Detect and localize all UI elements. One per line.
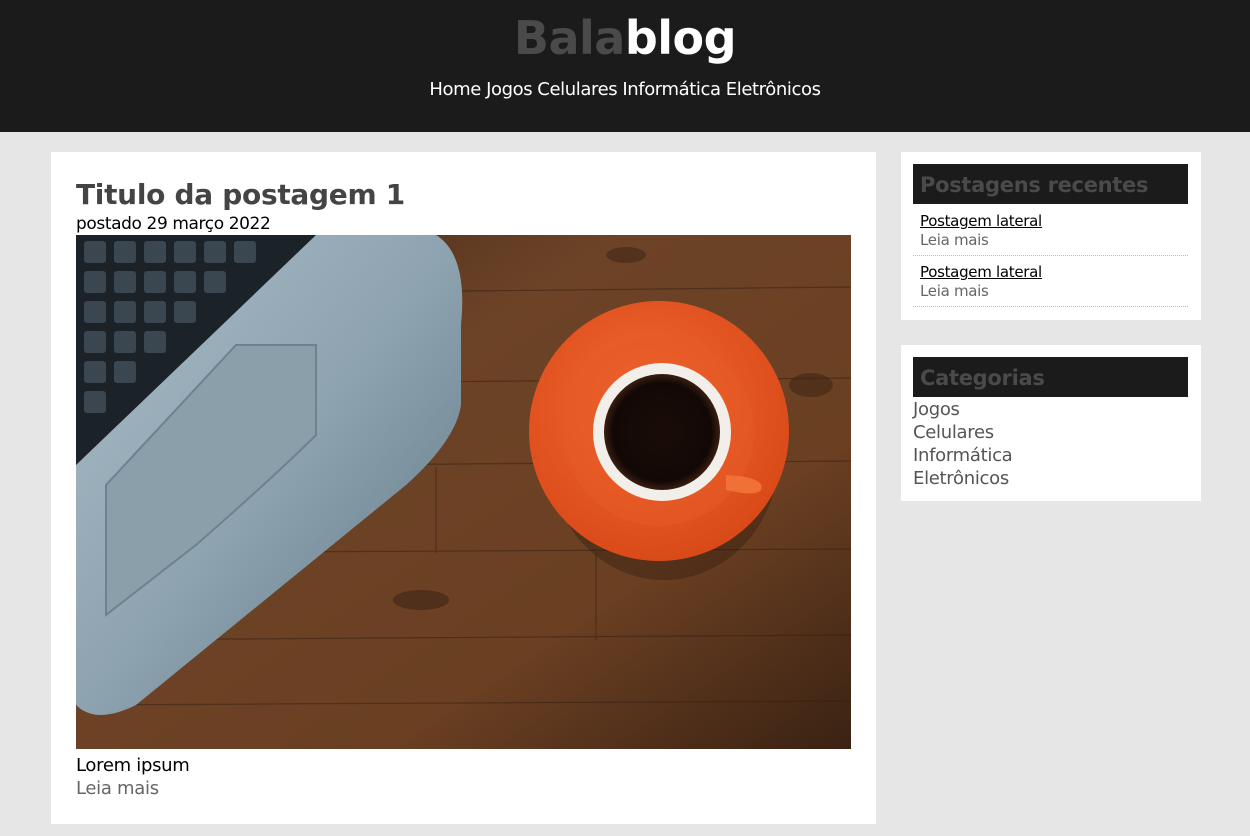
logo-part-1: Bala	[513, 11, 625, 65]
post-card: Titulo da postagem 1 postado 29 março 20…	[51, 152, 876, 824]
recent-posts-title: Postagens recentes	[913, 164, 1188, 204]
site-logo[interactable]: Balablog	[0, 10, 1250, 66]
logo-part-2: blog	[624, 11, 737, 65]
post-title[interactable]: Titulo da postagem 1	[76, 178, 405, 212]
recent-post-item: Postagem lateral Leia mais	[913, 256, 1188, 307]
nav-home[interactable]: Home	[429, 79, 481, 100]
categories-title: Categorias	[913, 357, 1188, 397]
categories-list: Jogos Celulares Informática Eletrônicos	[913, 398, 1013, 490]
recent-post-item: Postagem lateral Leia mais	[913, 205, 1188, 256]
nav-eletronicos[interactable]: Eletrônicos	[726, 79, 821, 100]
recent-post-title[interactable]: Postagem lateral	[920, 211, 1042, 231]
site-header: Balablog Home Jogos Celulares Informátic…	[0, 0, 1250, 132]
main-nav: Home Jogos Celulares Informática Eletrôn…	[0, 78, 1250, 102]
post-read-more-link[interactable]: Leia mais	[76, 778, 159, 800]
category-link-jogos[interactable]: Jogos	[913, 398, 1012, 421]
nav-jogos[interactable]: Jogos	[486, 79, 533, 100]
post-date: postado 29 março 2022	[76, 214, 271, 234]
recent-post-read-more[interactable]: Leia mais	[920, 230, 989, 250]
category-link-informatica[interactable]: Informática	[913, 444, 1013, 467]
nav-celulares[interactable]: Celulares	[537, 79, 617, 100]
category-link-celulares[interactable]: Celulares	[913, 421, 1012, 444]
nav-informatica[interactable]: Informática	[622, 79, 721, 100]
recent-post-read-more[interactable]: Leia mais	[920, 281, 989, 301]
recent-post-title[interactable]: Postagem lateral	[920, 262, 1042, 282]
recent-posts-widget: Postagens recentes Postagem lateral Leia…	[901, 152, 1201, 320]
category-link-eletronicos[interactable]: Eletrônicos	[913, 467, 1012, 490]
categories-widget: Categorias Jogos Celulares Informática E…	[901, 345, 1201, 501]
laptop-and-coffee-photo	[76, 235, 851, 749]
post-image	[76, 235, 851, 749]
post-excerpt: Lorem ipsum	[76, 755, 190, 776]
